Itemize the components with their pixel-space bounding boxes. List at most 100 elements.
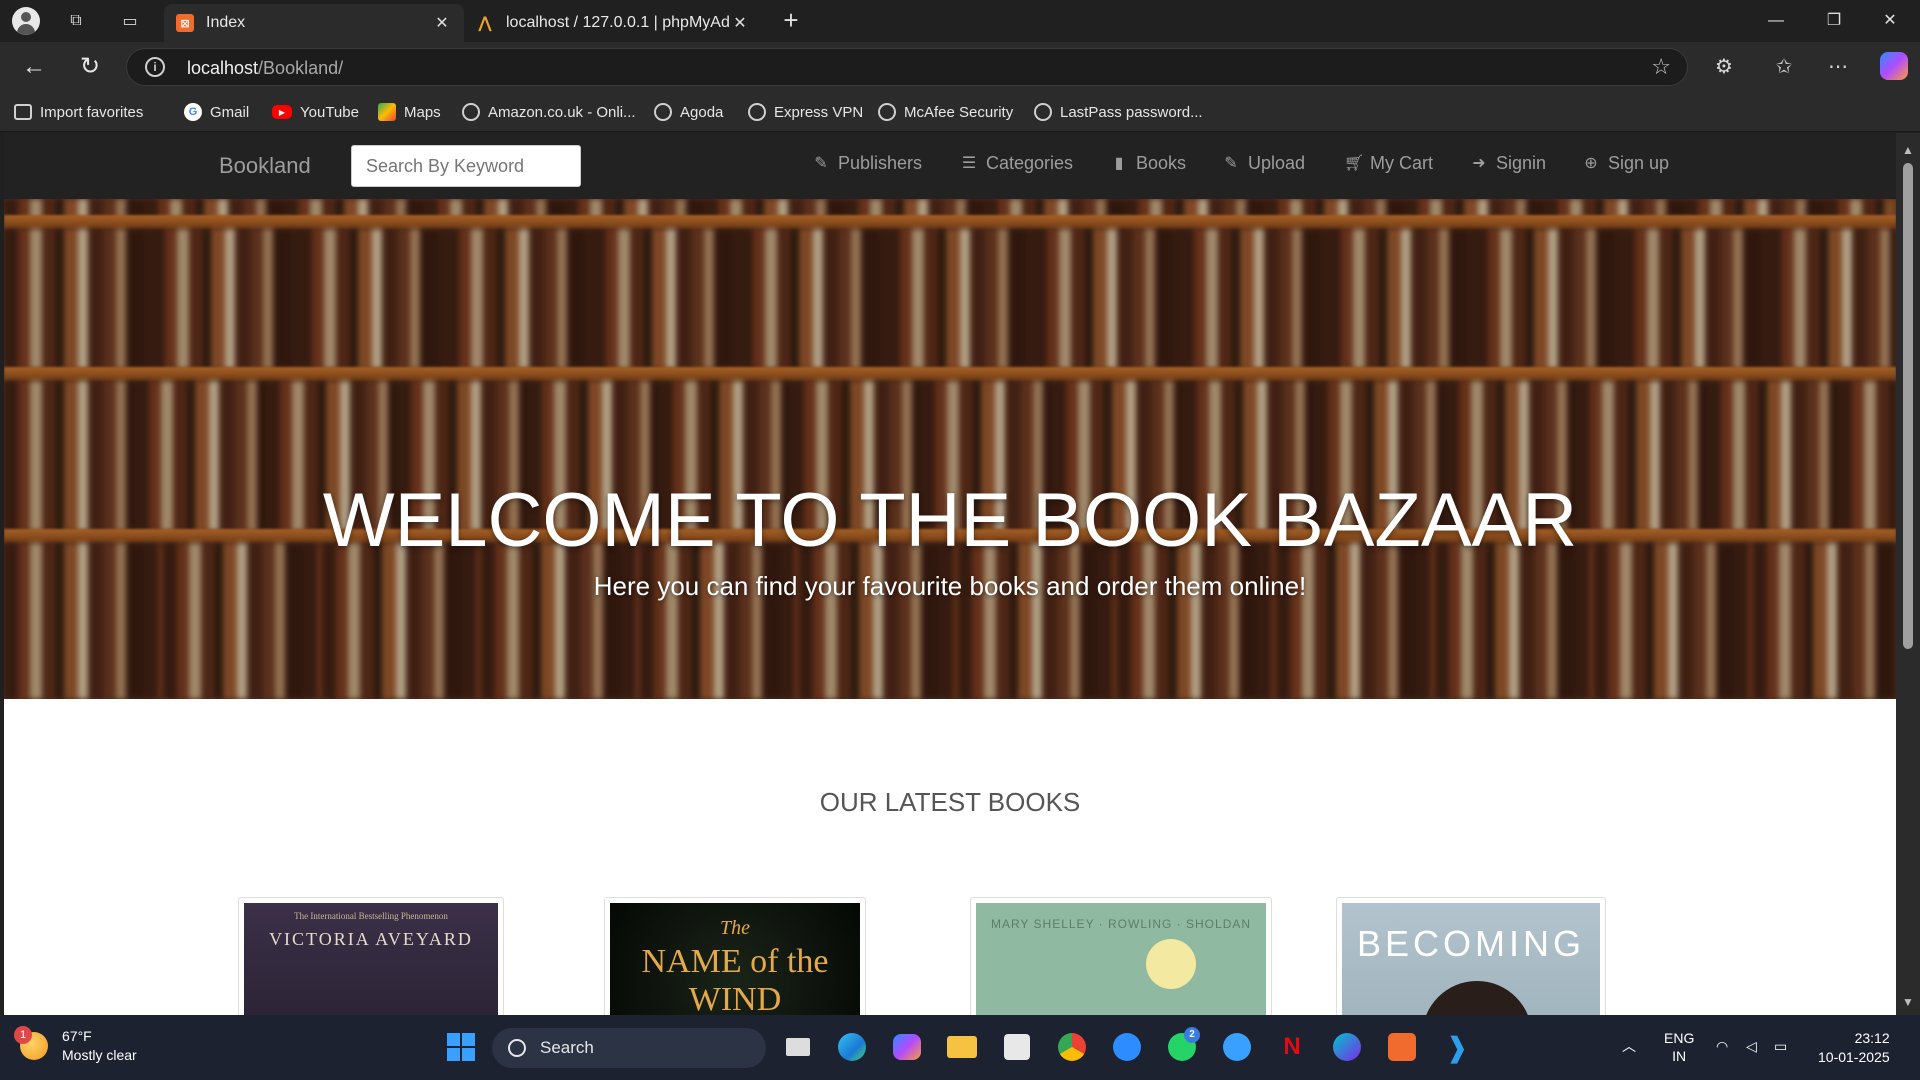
cart-icon: 🛒︎ bbox=[1344, 154, 1365, 172]
hero-subtitle: Here you can find your favourite books a… bbox=[593, 571, 1307, 601]
nav-my-cart[interactable]: 🛒︎ My Cart bbox=[1344, 153, 1433, 174]
site-navbar: Bookland ✎ Publishers ☰ Categories ▮ Boo… bbox=[4, 133, 1896, 199]
taskbar-search[interactable]: Search bbox=[492, 1028, 766, 1068]
more-menu-icon[interactable]: ⋯ bbox=[1822, 52, 1854, 82]
fav-lastpass[interactable]: LastPass password... bbox=[1034, 101, 1203, 123]
windows-start-icon[interactable] bbox=[443, 1029, 479, 1065]
book-cover[interactable]: The International Bestselling Phenomenon… bbox=[244, 903, 498, 1015]
address-url[interactable]: localhost/Bookland/ bbox=[187, 58, 343, 79]
system-clock[interactable]: 23:12 10-01-2025 bbox=[1818, 1029, 1890, 1067]
fav-youtube[interactable]: ▶ YouTube bbox=[272, 101, 359, 123]
window-close-icon[interactable]: ✕ bbox=[1870, 8, 1910, 34]
minimize-icon[interactable]: — bbox=[1756, 8, 1796, 34]
nav-upload[interactable]: ✎ Upload bbox=[1222, 153, 1305, 174]
browser-toolbar: ← ↻ i localhost/Bookland/ ☆ ⚙ ✩ ⋯ bbox=[0, 42, 1920, 92]
moon-icon bbox=[1146, 939, 1196, 989]
tab-title: localhost / 127.0.0.1 | phpMyAdm bbox=[506, 14, 730, 31]
chrome-icon[interactable] bbox=[1054, 1029, 1090, 1065]
hero-banner: WELCOME TO THE BOOK BAZAAR Here you can … bbox=[4, 199, 1896, 699]
clock-time: 23:12 bbox=[1854, 1030, 1890, 1046]
scroll-down-icon[interactable]: ▼ bbox=[1902, 995, 1914, 1009]
cover-text: The International Bestselling Phenomenon bbox=[294, 911, 448, 921]
tab-title: Index bbox=[206, 14, 246, 31]
nav-signup[interactable]: ⊕ Sign up bbox=[1582, 153, 1669, 174]
fav-import-favorites[interactable]: Import favorites bbox=[14, 101, 143, 123]
workspaces-icon[interactable]: ⧉ bbox=[62, 8, 90, 34]
volume-icon[interactable]: ◁ bbox=[1746, 1037, 1757, 1055]
site-brand[interactable]: Bookland bbox=[219, 153, 311, 179]
info-icon[interactable]: i bbox=[145, 57, 165, 77]
back-arrow-icon[interactable]: ← bbox=[18, 52, 50, 82]
globe-icon bbox=[654, 103, 672, 121]
nav-signin[interactable]: ➜ Signin bbox=[1470, 153, 1546, 174]
tab-index[interactable]: ⊠ Index ✕ bbox=[164, 4, 464, 42]
fav-amazon[interactable]: Amazon.co.uk - Onli... bbox=[462, 101, 636, 123]
nav-categories[interactable]: ☰ Categories bbox=[960, 153, 1073, 174]
fav-maps[interactable]: Maps bbox=[378, 101, 441, 123]
edge-icon[interactable] bbox=[834, 1029, 870, 1065]
battery-icon[interactable]: ▭ bbox=[1774, 1037, 1787, 1055]
file-explorer-icon[interactable] bbox=[944, 1029, 980, 1065]
favorites-icon[interactable]: ✩ bbox=[1768, 52, 1800, 82]
address-bar[interactable]: i localhost/Bookland/ ☆ bbox=[126, 48, 1688, 86]
search-icon bbox=[508, 1039, 526, 1057]
globe-icon bbox=[462, 103, 480, 121]
favorite-star-icon[interactable]: ☆ bbox=[1651, 54, 1671, 80]
wifi-icon[interactable]: ◠ bbox=[1716, 1037, 1728, 1055]
refresh-icon[interactable]: ↻ bbox=[74, 52, 106, 82]
tray-chevron-icon[interactable]: ︿ bbox=[1622, 1037, 1636, 1055]
tab-actions-icon[interactable]: ▭ bbox=[116, 8, 144, 34]
cover-text: NAME of the WIND bbox=[641, 943, 829, 1015]
globe-icon bbox=[878, 103, 896, 121]
new-tab-icon[interactable]: + bbox=[776, 6, 806, 36]
scroll-up-icon[interactable]: ▲ bbox=[1902, 143, 1914, 157]
weather-icon: 1 bbox=[14, 1026, 48, 1060]
close-icon[interactable]: ✕ bbox=[432, 13, 452, 33]
fav-agoda[interactable]: Agoda bbox=[654, 101, 723, 123]
maps-icon bbox=[378, 103, 396, 121]
globe-icon bbox=[748, 103, 766, 121]
netflix-icon[interactable]: N bbox=[1274, 1029, 1310, 1065]
whatsapp-badge: 2 bbox=[1184, 1027, 1200, 1043]
notification-badge: 1 bbox=[14, 1026, 32, 1044]
book-card[interactable]: The NAME of the WIND bbox=[604, 897, 866, 1015]
copilot-icon[interactable] bbox=[1880, 52, 1908, 80]
extensions-icon[interactable]: ⚙ bbox=[1708, 52, 1740, 82]
nav-books[interactable]: ▮ Books bbox=[1110, 153, 1186, 174]
task-view-icon[interactable] bbox=[780, 1029, 816, 1065]
microsoft-store-icon[interactable] bbox=[999, 1029, 1035, 1065]
whatsapp-icon[interactable]: 2 bbox=[1164, 1027, 1200, 1065]
help-icon[interactable] bbox=[1219, 1029, 1255, 1065]
latest-books-heading: OUR LATEST BOOKS bbox=[819, 787, 1081, 817]
list-icon: ☰ bbox=[961, 154, 977, 172]
search-input[interactable] bbox=[351, 145, 581, 187]
fav-gmail[interactable]: G Gmail bbox=[184, 101, 249, 123]
xampp-taskbar-icon[interactable] bbox=[1384, 1029, 1420, 1065]
browser-tab-strip: ⧉ ▭ ⊠ Index ✕ ⋀ localhost / 127.0.0.1 | … bbox=[0, 0, 1920, 42]
close-icon[interactable]: ✕ bbox=[730, 13, 750, 33]
paperclip-icon: ✎ bbox=[814, 154, 828, 172]
vscode-icon[interactable]: ❱ bbox=[1439, 1029, 1475, 1065]
page-scrollbar[interactable]: ▲ ▼ bbox=[1896, 133, 1920, 1015]
book-card[interactable]: MARY SHELLEY · ROWLING · SHOLDAN bbox=[970, 897, 1272, 1015]
tab-phpmyadmin[interactable]: ⋀ localhost / 127.0.0.1 | phpMyAdm ✕ bbox=[464, 4, 762, 42]
weather-widget[interactable]: 1 67°F Mostly clear bbox=[14, 1026, 137, 1065]
restore-icon[interactable]: ❐ bbox=[1814, 8, 1854, 34]
google-icon: G bbox=[184, 103, 202, 121]
profile-icon[interactable] bbox=[12, 7, 40, 35]
language-indicator[interactable]: ENG IN bbox=[1664, 1029, 1694, 1065]
book-cover[interactable]: MARY SHELLEY · ROWLING · SHOLDAN bbox=[976, 903, 1266, 1015]
fav-mcafee[interactable]: McAfee Security bbox=[878, 101, 1013, 123]
book-card[interactable]: BECOMING bbox=[1336, 897, 1606, 1015]
fav-express-vpn[interactable]: Express VPN bbox=[748, 101, 863, 123]
canva-icon[interactable] bbox=[1329, 1029, 1365, 1065]
scrollbar-thumb[interactable] bbox=[1903, 163, 1913, 649]
globe-icon bbox=[1034, 103, 1052, 121]
book-cover[interactable]: BECOMING bbox=[1342, 903, 1600, 1015]
phpmyadmin-icon: ⋀ bbox=[478, 15, 492, 32]
nav-publishers[interactable]: ✎ Publishers bbox=[812, 153, 922, 174]
book-card[interactable]: The International Bestselling Phenomenon… bbox=[238, 897, 504, 1015]
book-cover[interactable]: The NAME of the WIND bbox=[610, 903, 860, 1015]
zoom-icon[interactable] bbox=[1109, 1029, 1145, 1065]
copilot-app-icon[interactable] bbox=[889, 1029, 925, 1065]
